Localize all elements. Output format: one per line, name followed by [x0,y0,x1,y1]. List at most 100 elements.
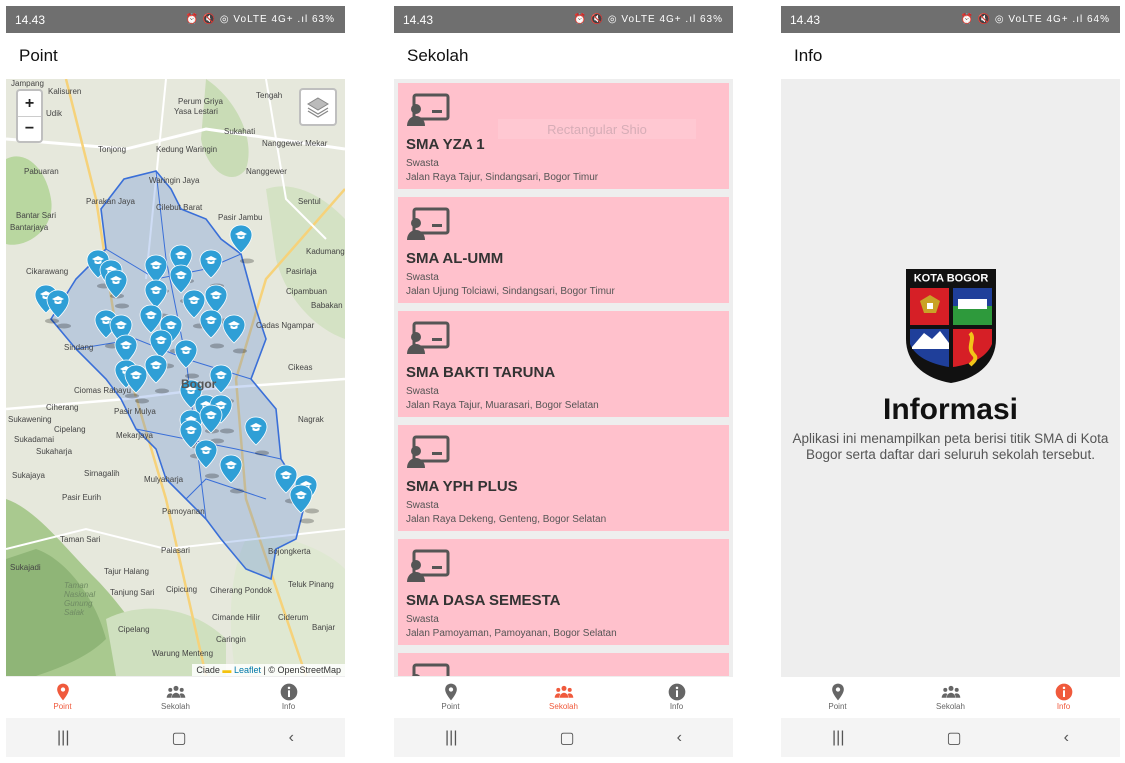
zoom-control: + − [16,89,43,143]
nav-sekolah[interactable]: Sekolah [507,677,620,718]
back-icon[interactable]: ‹ [289,729,294,747]
back-icon[interactable]: ‹ [677,729,682,747]
school-map-marker[interactable] [244,416,269,456]
school-map-marker[interactable] [219,454,244,494]
nav-point[interactable]: Point [781,677,894,718]
recent-apps-icon[interactable]: ||| [445,729,457,747]
back-icon[interactable]: ‹ [1064,729,1069,747]
nav-point-label: Point [441,702,460,711]
school-map-marker[interactable] [229,224,254,264]
nav-point[interactable]: Point [394,677,507,718]
info-icon [668,683,685,701]
school-map-marker[interactable] [144,354,169,394]
map-pin-icon [56,683,69,701]
page-title: Sekolah [407,46,469,65]
map[interactable]: Jampang Kalisuren Perum Griya Yasa Lesta… [6,79,345,676]
map-place-label: Kalisuren [48,87,82,96]
map-place-label: Mekarjaya [116,431,153,440]
group-icon [166,685,185,698]
info-screen: 14.43 ⏰ 🔇 ◎ VoLTE 4G+ .ıl 64% Info KOTA … [781,6,1120,757]
school-card[interactable]: SMA DASA SEMESTA Swasta Jalan Pamoyaman,… [398,539,729,645]
teacher-board-icon [407,549,450,582]
map-place-label: Perum Griya [178,97,223,106]
school-map-marker[interactable] [222,314,247,354]
school-map-marker[interactable] [199,404,224,444]
school-card[interactable]: SMA BAKTI TARUNA Swasta Jalan Raya Tajur… [398,311,729,417]
nav-sekolah-label: Sekolah [161,702,190,711]
teacher-board-icon [407,93,450,126]
nav-info-label: Info [669,702,684,711]
school-type: Swasta [406,386,439,397]
school-map-marker[interactable] [199,249,224,289]
info-heading: Informasi [882,393,1019,426]
map-place-label: Tengah [256,91,283,100]
home-icon[interactable]: ▢ [946,728,961,748]
map-place-label: Udik [46,109,63,118]
school-name: SMA AL-UMM [406,250,504,267]
map-place-label: Ciderum [278,613,309,622]
map-place-label: Sukaharja [36,447,73,456]
school-map-marker[interactable] [104,269,129,309]
school-map-marker[interactable] [199,309,224,349]
status-icons: ⏰ 🔇 ◎ VoLTE 4G+ .ıl [185,14,309,25]
point-screen: 14.43 ⏰ 🔇 ◎ VoLTE 4G+ .ıl 63% Point Jamp… [6,6,345,757]
map-place-label: Ciherang [46,403,79,412]
info-container: KOTA BOGOR Informasi Aplikasi ini menamp… [781,79,1120,676]
school-address: Jalan Ujung Tolciawi, Sindangsari, Bogor… [406,286,615,297]
nav-info[interactable]: Info [232,677,345,718]
zoom-out-button[interactable]: − [18,116,41,141]
zoom-in-button[interactable]: + [18,91,41,116]
nav-sekolah[interactable]: Sekolah [119,677,232,718]
status-icons: ⏰ 🔇 ◎ VoLTE 4G+ .ıl [573,14,697,25]
map-place-label: Cipicung [166,585,198,594]
page-title: Point [19,46,58,65]
map-place-label: Parakan Jaya [86,197,135,206]
school-address: Jalan Raya Dekeng, Genteng, Bogor Selata… [406,514,607,525]
leaflet-link[interactable]: Leaflet [234,665,261,675]
map-place-label: Kadumangu [306,247,345,256]
status-time: 14.43 [15,12,46,27]
map-place-label: Sentul [298,197,321,206]
school-type: Swasta [406,158,439,169]
map-place-label: Yasa Lestari [174,107,218,116]
map-place-label: Warung Menteng [152,649,214,658]
school-name: SMA DASA SEMESTA [406,592,561,609]
map-place-label: Pasir Eurih [62,493,102,502]
nav-point[interactable]: Point [6,677,119,718]
recent-apps-icon[interactable]: ||| [832,729,844,747]
home-icon[interactable]: ▢ [171,728,186,748]
map-place-label: Cipelang [118,625,150,634]
nav-info[interactable]: Info [620,677,733,718]
school-card[interactable]: SMA YPH PLUS Swasta Jalan Raya Dekeng, G… [398,425,729,531]
map-place-label: Cikeas [288,363,313,372]
school-map-marker[interactable] [174,339,199,379]
battery-level: 64% [1086,14,1110,25]
status-bar: 14.43 ⏰ 🔇 ◎ VoLTE 4G+ .ıl 64% [781,6,1120,33]
layers-button[interactable] [299,88,337,126]
nav-sekolah[interactable]: Sekolah [894,677,1007,718]
home-icon[interactable]: ▢ [559,728,574,748]
map-place-label: Bojongkerta [268,547,311,556]
map-place-label: Pasirlaja [286,267,317,276]
school-card[interactable]: Rectangular Shio SMA YZA 1 Swasta Jalan … [398,83,729,189]
school-map-marker[interactable] [289,484,314,524]
info-panel: KOTA BOGOR Informasi Aplikasi ini menamp… [781,79,1120,676]
school-type: Swasta [406,614,439,625]
nav-info[interactable]: Info [1007,677,1120,718]
map-attribution: Ciade ▬ Leaflet | © OpenStreetMap [192,664,345,676]
group-icon [941,685,960,698]
school-card-partial[interactable] [398,653,729,676]
recent-apps-icon[interactable]: ||| [57,729,69,747]
nav-sekolah-label: Sekolah [936,702,965,711]
battery-level: 63% [311,14,335,25]
nav-info-label: Info [281,702,296,711]
map-place-label: Sindang [64,343,94,352]
status-bar: 14.43 ⏰ 🔇 ◎ VoLTE 4G+ .ıl 63% [6,6,345,33]
school-card[interactable]: SMA AL-UMM Swasta Jalan Ujung Tolciawi, … [398,197,729,303]
school-map-marker[interactable] [194,439,219,479]
map-container[interactable]: Jampang Kalisuren Perum Griya Yasa Lesta… [6,79,345,676]
osm-attribution[interactable]: | © OpenStreetMap [263,665,341,675]
map-place-label: Nanggewer Mekar [262,139,328,148]
map-place-label: Banjar [312,623,336,632]
map-place-label: Sukajaya [12,471,45,480]
